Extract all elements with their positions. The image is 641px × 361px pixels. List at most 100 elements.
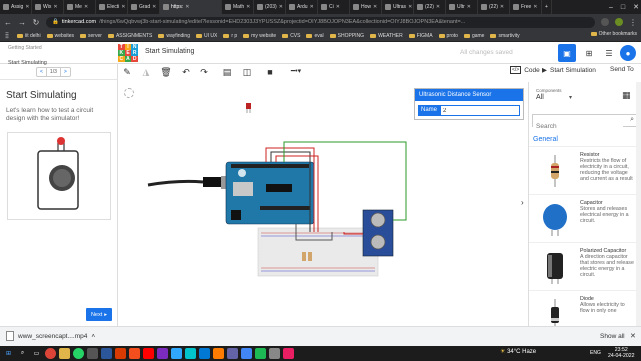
code-button[interactable]: </> Code bbox=[510, 66, 540, 74]
bookmark-item[interactable]: SHOPPING bbox=[329, 33, 364, 39]
app-icon[interactable] bbox=[143, 348, 154, 359]
undo-icon[interactable]: ↶ bbox=[180, 67, 192, 78]
next-step-button[interactable]: > bbox=[61, 68, 70, 76]
close-tab-icon[interactable]: ✕ bbox=[436, 4, 440, 10]
menu-dots-icon[interactable]: ⋮ bbox=[629, 18, 637, 27]
component-list-button[interactable]: ☰ bbox=[600, 44, 618, 62]
app-icon[interactable] bbox=[213, 348, 224, 359]
next-button[interactable]: Next ▸ bbox=[86, 308, 112, 321]
bookmark-item[interactable]: server bbox=[80, 33, 102, 39]
close-tab-icon[interactable]: ✕ bbox=[373, 4, 377, 10]
bookmark-item[interactable]: game bbox=[463, 33, 484, 39]
app-icon[interactable] bbox=[185, 348, 196, 359]
explorer-icon[interactable] bbox=[59, 348, 70, 359]
close-icon[interactable]: ✕ bbox=[630, 332, 636, 340]
close-tab-icon[interactable]: ✕ bbox=[121, 4, 125, 10]
project-title[interactable]: Start Simulating bbox=[145, 48, 194, 55]
bookmark-item[interactable]: UI UX bbox=[195, 33, 217, 39]
maximize-icon[interactable]: □ bbox=[621, 4, 625, 11]
close-tab-icon[interactable]: ✕ bbox=[500, 4, 504, 10]
profile-avatar[interactable] bbox=[615, 18, 623, 26]
list-view-icon[interactable]: ▦ bbox=[622, 90, 631, 101]
bookmark-item[interactable]: smartivity bbox=[490, 33, 520, 39]
app-icon[interactable] bbox=[241, 348, 252, 359]
chevron-right-icon[interactable]: › bbox=[521, 198, 524, 207]
browser-tab[interactable]: (203) ✕ bbox=[254, 0, 286, 14]
close-tab-icon[interactable]: ✕ bbox=[152, 4, 156, 10]
user-avatar[interactable]: ● bbox=[620, 45, 636, 61]
browser-tab[interactable]: Ultr ✕ bbox=[446, 0, 478, 14]
app-icon[interactable] bbox=[129, 348, 140, 359]
url-field[interactable]: 🔒 tinkercad.com/things/6wQqbvwj3b-start-… bbox=[46, 16, 595, 28]
component-item[interactable]: Resistor Restricts the flow of electricit… bbox=[529, 146, 636, 194]
browser-tab[interactable]: Ultras ✕ bbox=[382, 0, 414, 14]
wire-style-icon[interactable]: ━•▾ bbox=[284, 67, 308, 75]
notes-icon[interactable]: ▤ bbox=[221, 67, 233, 78]
chrome-icon[interactable] bbox=[45, 348, 56, 359]
schematic-view-button[interactable]: ⊞ bbox=[580, 44, 598, 62]
bookmark-item[interactable]: r p bbox=[223, 33, 237, 39]
back-icon[interactable]: ← bbox=[4, 18, 12, 27]
delete-icon[interactable]: 🗑 bbox=[160, 67, 172, 78]
browser-tab[interactable]: Electi ✕ bbox=[96, 0, 128, 14]
task-view-icon[interactable]: ▭ bbox=[31, 348, 42, 359]
components-filter-select[interactable]: All bbox=[536, 94, 544, 101]
app-icon[interactable] bbox=[255, 348, 266, 359]
bookmark-item[interactable]: eval bbox=[306, 33, 324, 39]
color-picker-icon[interactable]: ■ bbox=[264, 67, 276, 77]
bookmark-item[interactable]: websites bbox=[46, 33, 74, 39]
close-tab-icon[interactable]: ✕ bbox=[533, 4, 537, 10]
circuit-view-button[interactable]: ▣ bbox=[558, 44, 576, 62]
close-tab-icon[interactable]: ✕ bbox=[467, 4, 471, 10]
tinkercad-logo[interactable]: TINKERCAD bbox=[118, 44, 138, 62]
browser-tab[interactable]: Wix ✕ bbox=[32, 0, 64, 14]
reload-icon[interactable]: ↻ bbox=[32, 18, 40, 27]
apps-icon[interactable]: ⣿ bbox=[3, 32, 11, 39]
new-tab-button[interactable]: + bbox=[542, 0, 552, 14]
browser-tab[interactable]: (22) ✕ bbox=[414, 0, 446, 14]
close-tab-icon[interactable]: ✕ bbox=[279, 4, 283, 10]
browser-tab[interactable]: How ✕ bbox=[350, 0, 382, 14]
start-simulation-button[interactable]: ▶ Start Simulation bbox=[542, 66, 596, 75]
other-bookmarks[interactable]: Other bookmarks bbox=[590, 31, 637, 37]
browser-tab[interactable]: Grad ✕ bbox=[128, 0, 160, 14]
close-tab-icon[interactable]: ✕ bbox=[408, 4, 412, 10]
browser-tab[interactable]: Assig ✕ bbox=[0, 0, 32, 14]
app-icon[interactable] bbox=[115, 348, 126, 359]
name-field[interactable] bbox=[440, 105, 521, 116]
component-item[interactable]: Capacitor Stores and releases electrical … bbox=[529, 194, 636, 242]
app-icon[interactable] bbox=[199, 348, 210, 359]
extension-icon[interactable] bbox=[601, 18, 609, 26]
flip-icon[interactable]: ◫ bbox=[241, 67, 253, 78]
windows-start-icon[interactable]: ⊞ bbox=[3, 348, 14, 359]
show-all-button[interactable]: Show all bbox=[600, 333, 625, 340]
browser-tab[interactable]: Ci ✕ bbox=[318, 0, 350, 14]
browser-tab[interactable]: (22) ✕ bbox=[478, 0, 510, 14]
send-to-button[interactable]: Send To bbox=[610, 66, 634, 73]
app-icon[interactable] bbox=[269, 348, 280, 359]
close-icon[interactable]: ✕ bbox=[633, 3, 639, 11]
bookmark-item[interactable]: WEATHER bbox=[370, 33, 403, 39]
close-tab-icon[interactable]: ✕ bbox=[185, 4, 189, 10]
bookmark-item[interactable]: iit delhi bbox=[17, 33, 41, 39]
language-indicator[interactable]: ENG bbox=[590, 350, 601, 356]
general-section-title[interactable]: General bbox=[533, 136, 558, 143]
close-tab-icon[interactable]: ✕ bbox=[84, 4, 88, 10]
component-search[interactable]: ⌕ bbox=[532, 114, 638, 132]
minimize-icon[interactable]: – bbox=[609, 4, 613, 11]
bookmark-item[interactable]: ASSIGNMENTS bbox=[107, 33, 152, 39]
chevron-up-icon[interactable]: ˄ bbox=[91, 333, 95, 340]
app-icon[interactable] bbox=[227, 348, 238, 359]
whatsapp-icon[interactable] bbox=[73, 348, 84, 359]
forward-icon[interactable]: → bbox=[18, 18, 26, 27]
app-icon[interactable] bbox=[283, 348, 294, 359]
rotate-icon[interactable]: ◮ bbox=[140, 67, 152, 78]
browser-tab[interactable]: Free ✕ bbox=[510, 0, 542, 14]
bookmark-item[interactable]: CVS bbox=[282, 33, 300, 39]
weather-widget[interactable]: ☀ 34°C Haze bbox=[500, 348, 536, 355]
search-input[interactable] bbox=[533, 121, 623, 132]
wire-tool-icon[interactable]: ✎ bbox=[121, 67, 133, 78]
app-icon[interactable] bbox=[101, 348, 112, 359]
chevron-down-icon[interactable]: ▾ bbox=[569, 94, 572, 101]
close-tab-icon[interactable]: ✕ bbox=[246, 4, 250, 10]
